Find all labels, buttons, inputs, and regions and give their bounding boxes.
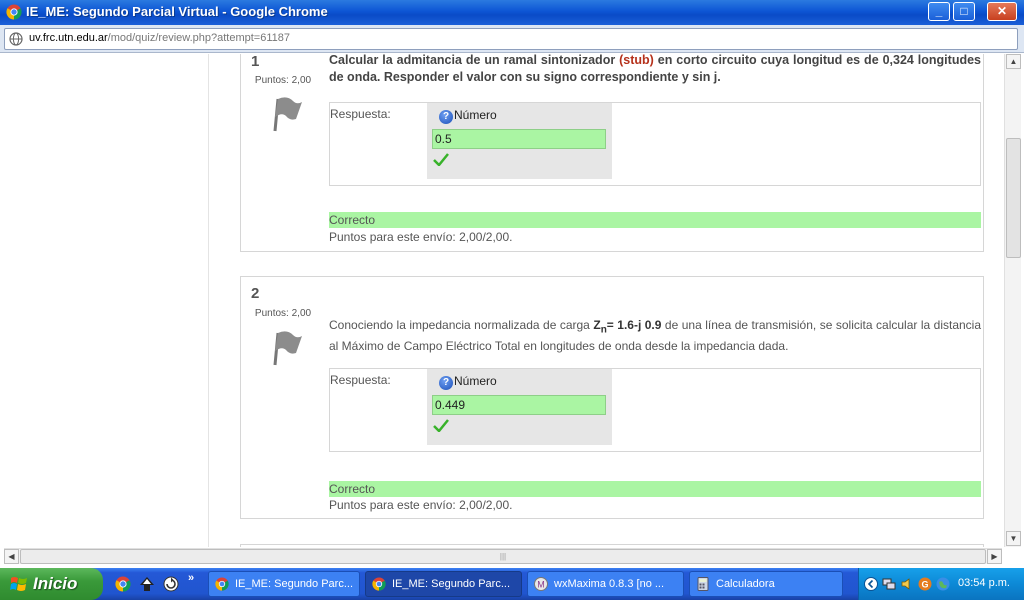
taskbar-item-label: Calculadora [716,578,775,590]
answer-box: Respuesta: ? Número 0.449 [329,368,981,452]
chrome-quicklaunch-icon[interactable] [115,576,131,592]
quicklaunch-more-button[interactable]: » [188,572,194,584]
answer-panel: ? Número 0.449 [427,369,612,445]
taskbar-clock[interactable]: 03:54 p.m. [958,577,1010,589]
horizontal-scrollbar[interactable]: ◀ ||| ▶ [4,548,1002,564]
help-icon[interactable]: ? [439,376,453,390]
question-2: 2 Puntos: 2,00 Conociendo la impedancia … [240,276,984,519]
help-icon[interactable]: ? [439,110,453,124]
stub-highlight: (stub) [619,54,654,67]
url-field[interactable]: uv.frc.utn.edu.ar/mod/quiz/review.php?at… [4,28,1018,50]
impedance-letter: Z [593,318,601,332]
network-icon[interactable] [882,577,896,591]
flag-icon[interactable] [271,95,303,133]
taskbar-item-calculadora[interactable]: Calculadora [689,571,843,597]
url-path: /mod/quiz/review.php?attempt=61187 [107,32,291,44]
vertical-scrollbar[interactable]: ▲ ▼ [1004,54,1021,547]
left-column [8,54,209,547]
scroll-up-arrow[interactable]: ▲ [1006,54,1021,69]
minimize-button[interactable]: _ [928,2,950,21]
number-label: Número [454,374,497,388]
window-title: IE_ME: Segundo Parcial Virtual - Google … [26,4,328,19]
question-points: Puntos: 2,00 [254,308,312,319]
flag-icon[interactable] [271,329,303,367]
windows-logo-icon [10,577,27,591]
question-number: 2 [251,285,260,302]
scroll-down-arrow[interactable]: ▼ [1006,531,1021,546]
url-host: uv.frc.utn.edu.ar [29,32,108,44]
question-text-part: Calcular la admitancia de un ramal sinto… [329,54,620,67]
globe-tray-icon[interactable] [936,577,950,591]
points-line: Puntos para este envío: 2,00/2,00. [329,498,513,512]
number-label: Número [454,108,497,122]
taskbar-item-chrome-2[interactable]: IE_ME: Segundo Parc... [365,571,522,597]
check-icon [433,153,449,166]
vertical-scroll-thumb[interactable] [1006,138,1021,258]
start-button[interactable]: Inicio [0,568,103,600]
system-tray: G 03:54 p.m. [858,568,1024,600]
question-points: Puntos: 2,00 [254,75,312,86]
svg-text:G: G [921,580,928,590]
status-correct: Correcto [329,481,981,497]
answer-box: Respuesta: ? Número 0.5 [329,102,981,186]
status-correct: Correcto [329,212,981,228]
svg-text:M: M [537,580,545,590]
url-text: uv.frc.utn.edu.ar/mod/quiz/review.php?at… [29,32,290,44]
answer-panel: ? Número 0.5 [427,103,612,179]
question-text: Calcular la admitancia de un ramal sinto… [329,54,981,86]
horizontal-scroll-thumb[interactable]: ||| [20,549,986,564]
question-1: 1 Puntos: 2,00 Calcular la admitancia de… [240,54,984,252]
close-button[interactable]: ✕ [987,2,1017,21]
impedance-symbol: Zn [593,318,606,335]
check-icon [433,419,449,432]
taskbar-item-wxmaxima[interactable]: M wxMaxima 0.8.3 [no ... [527,571,684,597]
answer-label: Respuesta: [330,373,391,387]
answer-label: Respuesta: [330,107,391,121]
taskbar-item-label: IE_ME: Segundo Parc... [235,578,354,590]
maximize-button[interactable]: □ [953,2,975,21]
question-text-part: Conociendo la impedancia normalizada de … [329,318,594,332]
taskbar: Inicio » IE_ME: Segundo Parc... IE_ME: S… [0,568,1024,600]
start-label: Inicio [33,574,78,593]
chrome-icon [6,4,22,20]
points-line: Puntos para este envío: 2,00/2,00. [329,230,513,244]
calculator-icon [697,577,709,591]
inkscape-quicklaunch-icon[interactable] [139,576,155,592]
impedance-value: = 1.6-j 0.9 [606,318,662,332]
answer-field[interactable]: 0.5 [432,129,606,149]
window-titlebar[interactable]: IE_ME: Segundo Parcial Virtual - Google … [0,0,1024,25]
answer-field[interactable]: 0.449 [432,395,606,415]
tray-expand-icon[interactable] [864,577,878,591]
question-number: 1 [251,54,260,70]
scroll-left-arrow[interactable]: ◀ [4,549,19,564]
taskbar-item-label: wxMaxima 0.8.3 [no ... [554,578,665,590]
taskbar-item-chrome-1[interactable]: IE_ME: Segundo Parc... [208,571,360,597]
page-content: 1 Puntos: 2,00 Calcular la admitancia de… [0,54,1004,547]
wxmaxima-icon: M [534,577,548,591]
refresh-quicklaunch-icon[interactable] [163,576,179,592]
chrome-icon [372,577,386,591]
antivirus-icon[interactable]: G [918,577,932,591]
chrome-icon [215,577,229,591]
page-globe-icon [9,32,23,46]
taskbar-item-label: IE_ME: Segundo Parc... [392,578,511,590]
question-text: Conociendo la impedancia normalizada de … [329,317,981,355]
volume-icon[interactable] [900,577,914,591]
question-3-partial [240,544,984,547]
address-bar: uv.frc.utn.edu.ar/mod/quiz/review.php?at… [0,25,1024,53]
scroll-right-arrow[interactable]: ▶ [987,549,1002,564]
